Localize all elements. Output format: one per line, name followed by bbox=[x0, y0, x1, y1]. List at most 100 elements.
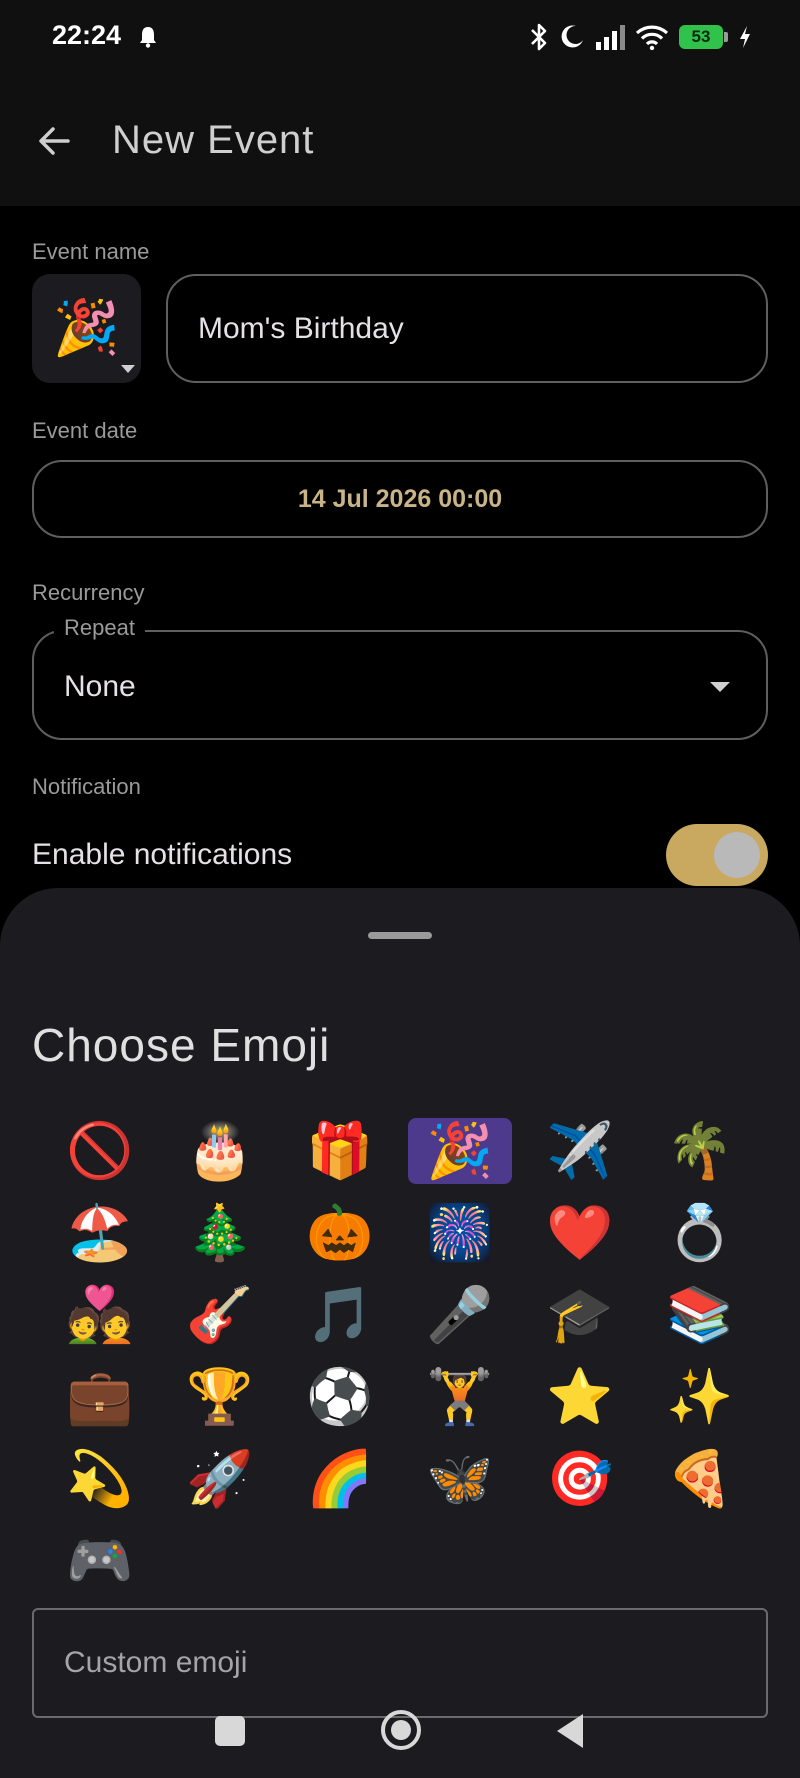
battery-icon: 53 bbox=[679, 25, 728, 49]
emoji-option[interactable]: 🏖️ bbox=[40, 1192, 160, 1274]
emoji-glyph: 🎮 bbox=[66, 1529, 134, 1592]
status-bar: 22:24 53 bbox=[0, 0, 800, 76]
emoji-option[interactable]: 🎆 bbox=[400, 1192, 520, 1274]
emoji-option[interactable]: 🎂 bbox=[160, 1110, 280, 1192]
emoji-glyph: 🎄 bbox=[186, 1201, 254, 1264]
emoji-option[interactable]: 🎸 bbox=[160, 1274, 280, 1356]
event-name-value: Mom's Birthday bbox=[198, 312, 404, 345]
emoji-glyph: 🎆 bbox=[426, 1201, 494, 1264]
emoji-option[interactable]: 🚫 bbox=[40, 1110, 160, 1192]
recurrency-label: Recurrency bbox=[32, 580, 145, 605]
emoji-glyph: 🚫 bbox=[66, 1119, 134, 1182]
charging-icon bbox=[740, 26, 750, 48]
emoji-glyph: 🍕 bbox=[666, 1447, 734, 1510]
toggle-thumb bbox=[714, 832, 760, 878]
emoji-option[interactable]: ⭐ bbox=[520, 1356, 640, 1438]
emoji-option[interactable]: 💑 bbox=[40, 1274, 160, 1356]
event-name-field[interactable]: Mom's Birthday bbox=[166, 274, 768, 383]
event-name-label: Event name bbox=[32, 239, 150, 264]
emoji-glyph: 🎵 bbox=[306, 1283, 374, 1346]
emoji-option[interactable]: 🌴 bbox=[640, 1110, 760, 1192]
emoji-glyph: 🏆 bbox=[186, 1365, 254, 1428]
emoji-option[interactable]: ✈️ bbox=[520, 1110, 640, 1192]
status-icons: 53 bbox=[529, 20, 752, 54]
emoji-option[interactable]: 🌈 bbox=[280, 1438, 400, 1520]
emoji-option[interactable]: 🎤 bbox=[400, 1274, 520, 1356]
emoji-option[interactable]: 🚀 bbox=[160, 1438, 280, 1520]
wifi-icon bbox=[635, 25, 669, 50]
emoji-option[interactable]: 📚 bbox=[640, 1274, 760, 1356]
screen: 22:24 53 New Event Event name 🎉 Mom's Bi… bbox=[0, 0, 800, 1778]
emoji-option[interactable]: 💍 bbox=[640, 1192, 760, 1274]
enable-notifications-toggle[interactable] bbox=[666, 824, 768, 886]
back-button[interactable] bbox=[557, 1714, 583, 1748]
emoji-glyph: 🎸 bbox=[186, 1283, 254, 1346]
home-button[interactable] bbox=[381, 1710, 421, 1750]
emoji-option[interactable]: 🎓 bbox=[520, 1274, 640, 1356]
emoji-option[interactable]: 🎉 bbox=[400, 1110, 520, 1192]
emoji-option[interactable]: 🎄 bbox=[160, 1192, 280, 1274]
status-time: 22:24 bbox=[52, 20, 122, 50]
repeat-select[interactable]: Repeat None bbox=[32, 615, 768, 740]
sheet-title: Choose Emoji bbox=[32, 1019, 331, 1071]
emoji-option[interactable]: 💼 bbox=[40, 1356, 160, 1438]
emoji-glyph: 🌴 bbox=[666, 1119, 734, 1182]
enable-notifications-label: Enable notifications bbox=[32, 838, 293, 871]
drag-handle[interactable] bbox=[368, 932, 432, 939]
emoji-option[interactable]: 🎁 bbox=[280, 1110, 400, 1192]
emoji-glyph: 🚀 bbox=[186, 1447, 254, 1510]
emoji-option[interactable]: ✨ bbox=[640, 1356, 760, 1438]
emoji-glyph: 💫 bbox=[66, 1447, 134, 1510]
event-date-button[interactable]: 14 Jul 2026 00:00 bbox=[32, 460, 768, 538]
event-date-label: Event date bbox=[32, 418, 138, 443]
emoji-option[interactable]: 🎯 bbox=[520, 1438, 640, 1520]
emoji-option[interactable]: ⚽ bbox=[280, 1356, 400, 1438]
do-not-disturb-icon bbox=[561, 25, 583, 48]
emoji-glyph: 🎉 bbox=[408, 1118, 512, 1184]
repeat-value: None bbox=[64, 670, 136, 703]
chevron-down-icon bbox=[710, 682, 730, 692]
page-title: New Event bbox=[112, 118, 315, 162]
emoji-glyph: 🎂 bbox=[186, 1119, 254, 1182]
emoji-glyph: ⭐ bbox=[546, 1365, 614, 1428]
emoji-option[interactable]: 🎃 bbox=[280, 1192, 400, 1274]
dropdown-arrow-icon bbox=[121, 365, 135, 373]
emoji-glyph: 🏋️ bbox=[426, 1365, 494, 1428]
emoji-option[interactable]: 🎵 bbox=[280, 1274, 400, 1356]
emoji-glyph: 🦋 bbox=[426, 1447, 494, 1510]
signal-icon bbox=[596, 25, 625, 50]
emoji-glyph: 🎁 bbox=[306, 1119, 374, 1182]
emoji-grid: 🚫 🎂 🎁 🎉 ✈️ 🌴 🏖️ 🎄 🎃 🎆 ❤️ 💍 💑 🎸 🎵 🎤 🎓 📚 💼 🏆 ⚽ 🏋️ ⭐ ✨ 💫 🚀 🌈 🦋 🎯 🍕 🎮 bbox=[40, 1110, 760, 1602]
emoji-option[interactable]: 🦋 bbox=[400, 1438, 520, 1520]
emoji-option[interactable]: 🍕 bbox=[640, 1438, 760, 1520]
emoji-glyph: 💍 bbox=[666, 1201, 734, 1264]
emoji-glyph: 🎤 bbox=[426, 1283, 494, 1346]
emoji-glyph: 💑 bbox=[66, 1283, 134, 1346]
emoji-glyph: 🎃 bbox=[306, 1201, 374, 1264]
emoji-option[interactable]: 🏋️ bbox=[400, 1356, 520, 1438]
emoji-glyph: 🎯 bbox=[546, 1447, 614, 1510]
emoji-option[interactable]: 🎮 bbox=[40, 1520, 160, 1602]
top-app-bar: New Event bbox=[0, 76, 800, 206]
emoji-bottom-sheet: Choose Emoji 🚫 🎂 🎁 🎉 ✈️ 🌴 🏖️ 🎄 🎃 🎆 ❤️ 💍 💑 🎸 🎵 🎤 🎓 📚 💼 🏆 ⚽ 🏋️ ⭐… bbox=[0, 888, 800, 1778]
bell-icon bbox=[140, 27, 156, 48]
bluetooth-icon bbox=[531, 23, 547, 51]
emoji-glyph: ❤️ bbox=[546, 1201, 614, 1264]
emoji-glyph: ✨ bbox=[666, 1365, 734, 1428]
notification-label: Notification bbox=[32, 774, 141, 799]
emoji-glyph: 🌈 bbox=[306, 1447, 374, 1510]
emoji-option[interactable]: 🏆 bbox=[160, 1356, 280, 1438]
emoji-glyph: ✈️ bbox=[546, 1119, 614, 1182]
recents-button[interactable] bbox=[215, 1716, 245, 1746]
arrow-left-icon[interactable] bbox=[34, 120, 76, 162]
emoji-glyph: ⚽ bbox=[306, 1365, 374, 1428]
emoji-glyph: 🏖️ bbox=[66, 1201, 134, 1264]
emoji-glyph: 💼 bbox=[66, 1365, 134, 1428]
battery-level: 53 bbox=[679, 25, 723, 49]
event-emoji-button[interactable]: 🎉 bbox=[32, 274, 141, 383]
emoji-glyph: 📚 bbox=[666, 1283, 734, 1346]
emoji-option[interactable]: ❤️ bbox=[520, 1192, 640, 1274]
emoji-option[interactable]: 💫 bbox=[40, 1438, 160, 1520]
navigation-bar bbox=[0, 1694, 800, 1778]
emoji-glyph: 🎓 bbox=[546, 1283, 614, 1346]
